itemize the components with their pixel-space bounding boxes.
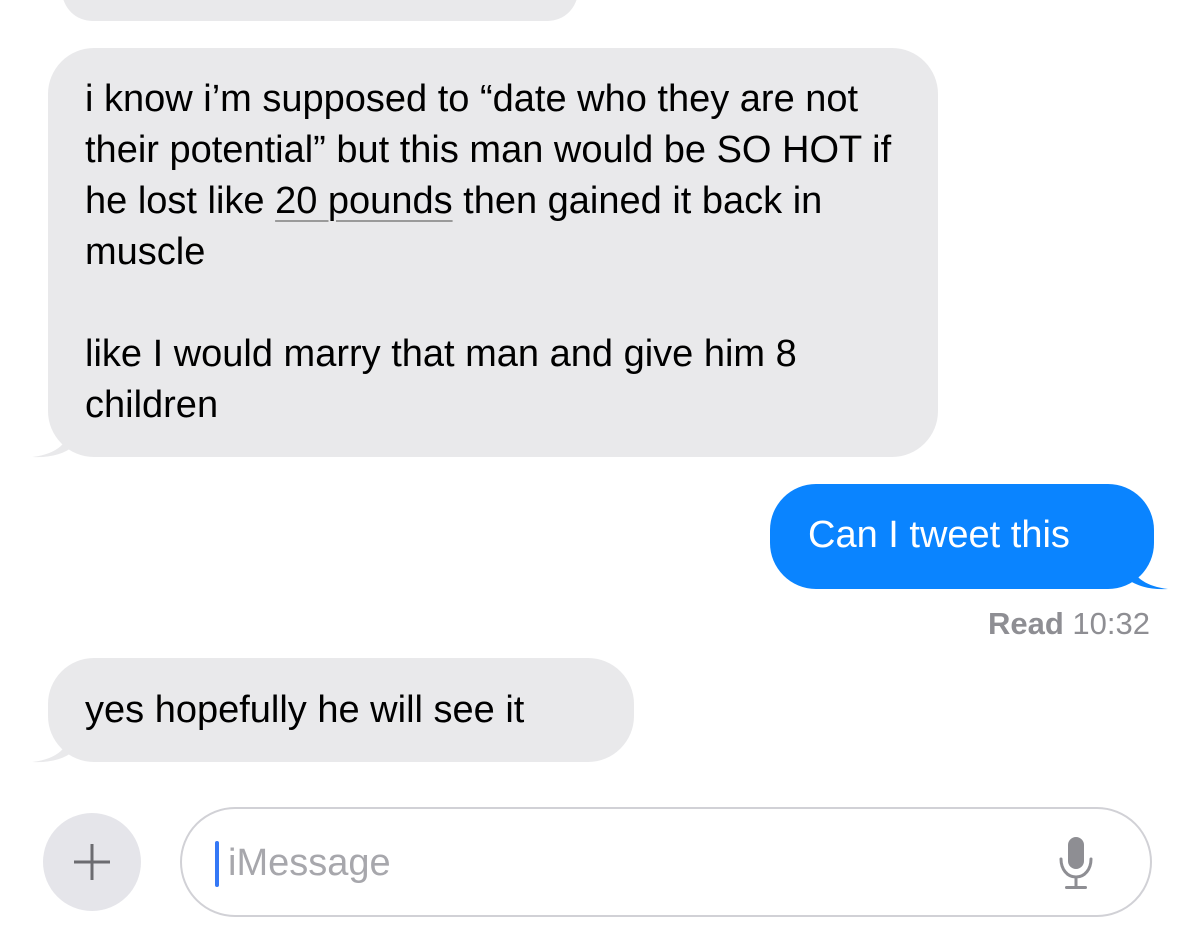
message-bubble-outgoing[interactable]: Can I tweet this: [770, 484, 1154, 589]
apps-plus-button[interactable]: [43, 813, 141, 911]
detected-data-link[interactable]: 20 pounds: [275, 180, 453, 222]
message-paragraph: i know i’m supposed to “date who they ar…: [85, 74, 908, 278]
text-caret: [215, 841, 219, 887]
read-receipt: Read 10:32: [988, 604, 1150, 644]
message-input[interactable]: [228, 835, 1068, 891]
message-bubble-incoming[interactable]: yes hopefully he will see it: [48, 658, 634, 762]
plus-icon: [74, 844, 110, 880]
read-receipt-label: Read: [987, 606, 1064, 641]
microphone-icon[interactable]: [1056, 835, 1096, 893]
compose-bar: [0, 790, 1200, 931]
message-bubble-incoming[interactable]: i know i’m supposed to “date who they ar…: [48, 48, 938, 457]
message-bubble-incoming-previous[interactable]: [62, 0, 578, 21]
message-text: Can I tweet this: [808, 514, 1070, 556]
message-text: yes hopefully he will see it: [85, 689, 525, 731]
read-receipt-time: 10:32: [1072, 606, 1150, 641]
bubble-tail-incoming: [32, 424, 74, 458]
message-paragraph: like I would marry that man and give him…: [85, 329, 908, 431]
bubble-tail-incoming: [32, 729, 74, 763]
bubble-tail-outgoing: [1126, 556, 1168, 590]
message-field[interactable]: [180, 807, 1152, 917]
message-text: like I would marry that man and give him…: [85, 333, 797, 426]
